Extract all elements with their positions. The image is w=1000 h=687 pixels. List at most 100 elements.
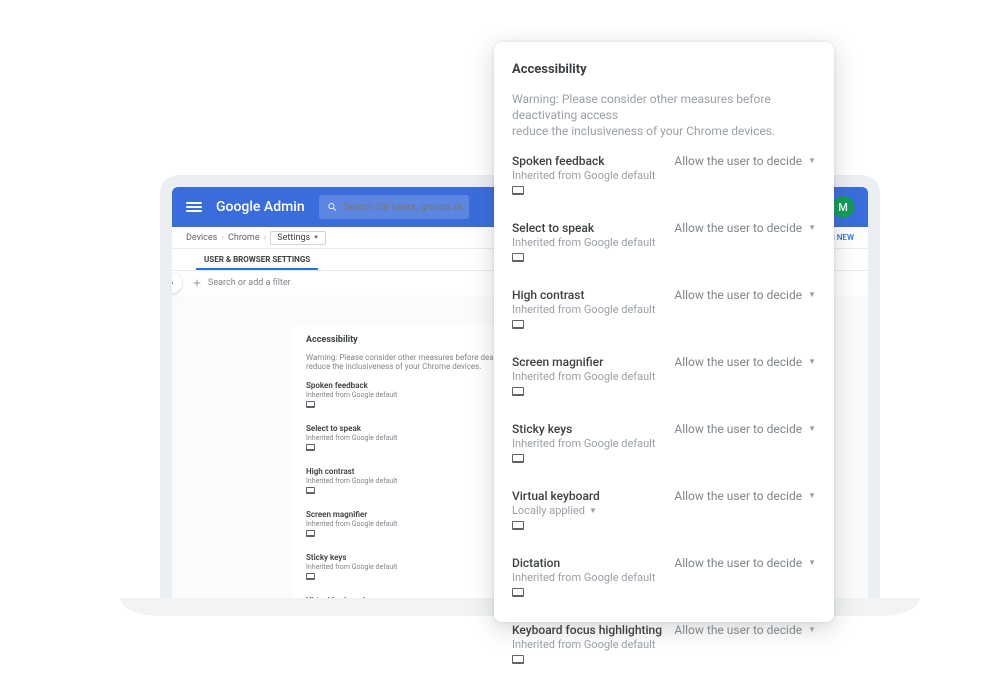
setting-source: Inherited from Google default (306, 477, 397, 485)
setting-source: Inherited from Google default (512, 370, 674, 383)
setting-row: Sticky keysInherited from Google default… (512, 422, 816, 463)
setting-value-label: Allow the user to decide (674, 154, 802, 168)
setting-source: Inherited from Google default (512, 437, 674, 450)
setting-value-dropdown[interactable]: Allow the user to decide ▼ (674, 623, 816, 637)
device-icon (512, 521, 524, 530)
search-icon (327, 201, 338, 213)
device-icon (306, 487, 315, 494)
setting-label: High contrast (306, 467, 397, 476)
device-icon (512, 387, 524, 396)
search-input[interactable] (343, 202, 460, 213)
admin-title: Google Admin (216, 199, 305, 215)
setting-label: Sticky keys (512, 422, 674, 436)
setting-source: Inherited from Google default (512, 303, 674, 316)
plus-icon[interactable] (192, 278, 202, 288)
breadcrumb-pill-label: Settings (277, 233, 310, 243)
setting-source: Inherited from Google default (512, 236, 674, 249)
setting-value-dropdown[interactable]: Allow the user to decide▼ (674, 422, 816, 436)
setting-row: Keyboard focus highlightingInherited fro… (512, 623, 816, 664)
setting-label: Select to speak (512, 221, 674, 235)
setting-left: Keyboard focus highlightingInherited fro… (512, 623, 674, 664)
setting-value-label: Allow the user to decide (674, 288, 802, 302)
setting-label: Screen magnifier (512, 355, 674, 369)
search-box[interactable] (319, 195, 469, 219)
setting-value-dropdown[interactable]: Allow the user to decide▼ (674, 355, 816, 369)
setting-label: Select to speak (306, 424, 397, 433)
setting-value-label: Allow the user to decide (674, 556, 802, 570)
filter-placeholder[interactable]: Search or add a filter (208, 278, 291, 288)
device-icon (306, 444, 315, 451)
setting-label: Dictation (512, 556, 674, 570)
setting-source: Inherited from Google default (306, 391, 397, 399)
chevron-down-icon: ▼ (808, 491, 816, 500)
device-icon (512, 454, 524, 463)
device-icon (512, 588, 524, 597)
device-icon (306, 401, 315, 408)
setting-value-dropdown[interactable]: Allow the user to decide ▼ (674, 221, 816, 235)
chevron-down-icon: ▼ (808, 558, 816, 567)
tab-user-browser-settings[interactable]: USER & BROWSER SETTINGS (196, 255, 318, 270)
setting-source: Locally applied ▼ (512, 504, 674, 517)
expand-toggle[interactable]: › (162, 273, 182, 293)
setting-left: Sticky keysInherited from Google default (512, 422, 674, 463)
device-icon (512, 253, 524, 262)
chevron-down-icon: ▼ (808, 424, 816, 433)
setting-label: Screen magnifier (306, 510, 397, 519)
setting-left: Spoken feedbackInherited from Google def… (512, 154, 674, 195)
setting-source: Inherited from Google default (306, 434, 397, 442)
device-icon (512, 655, 524, 664)
device-icon (512, 186, 524, 195)
setting-value-dropdown[interactable]: Allow the user to decide ▼ (674, 556, 816, 570)
menu-icon[interactable] (186, 200, 202, 214)
setting-value-dropdown[interactable]: Allow the user to decide ▼ (674, 288, 816, 302)
breadcrumb-pill[interactable]: Settings ▼ (270, 231, 326, 245)
avatar[interactable]: M (832, 196, 854, 218)
chevron-down-icon: ▼ (808, 625, 816, 634)
setting-row: High contrastInherited from Google defau… (512, 288, 816, 329)
setting-source: Inherited from Google default (512, 169, 674, 182)
setting-value-label: Allow the user to decide (674, 355, 802, 369)
setting-left: Virtual keyboardLocally applied ▼ (512, 489, 674, 530)
setting-row: Spoken feedbackInherited from Google def… (512, 154, 816, 195)
chevron-right-icon: › (221, 233, 224, 243)
breadcrumb-item[interactable]: Chrome (228, 233, 260, 243)
device-icon (306, 573, 315, 580)
setting-left: High contrastInherited from Google defau… (306, 467, 397, 494)
chevron-down-icon: ▼ (808, 223, 816, 232)
setting-value-dropdown[interactable]: Allow the user to decide ▼ (674, 154, 816, 168)
setting-left: High contrastInherited from Google defau… (512, 288, 674, 329)
setting-source: Inherited from Google default (512, 638, 674, 651)
setting-left: Sticky keysInherited from Google default (306, 553, 397, 580)
setting-left: DictationInherited from Google default (512, 556, 674, 597)
setting-left: Select to speakInherited from Google def… (512, 221, 674, 262)
setting-label: Virtual keyboard (512, 489, 674, 503)
panel-warning: Warning: Please consider other measures … (512, 91, 816, 140)
setting-left: Screen magnifierInherited from Google de… (512, 355, 674, 396)
setting-row: DictationInherited from Google default A… (512, 556, 816, 597)
chevron-down-icon: ▼ (808, 156, 816, 165)
setting-value-dropdown[interactable]: Allow the user to decide ▼ (674, 489, 816, 503)
breadcrumb-item[interactable]: Devices (186, 233, 217, 243)
setting-label: Spoken feedback (306, 381, 397, 390)
setting-value-label: Allow the user to decide (674, 221, 802, 235)
setting-row: Screen magnifierInherited from Google de… (512, 355, 816, 396)
device-icon (306, 530, 315, 537)
setting-source: Inherited from Google default (306, 563, 397, 571)
chevron-down-icon: ▼ (313, 234, 319, 241)
setting-row: Select to speakInherited from Google def… (512, 221, 816, 262)
setting-source: Inherited from Google default (512, 571, 674, 584)
chevron-down-icon: ▼ (808, 290, 816, 299)
setting-row: Virtual keyboardLocally applied ▼Allow t… (512, 489, 816, 530)
setting-label: Spoken feedback (512, 154, 674, 168)
setting-label: Sticky keys (306, 553, 397, 562)
device-icon (512, 320, 524, 329)
setting-label: Keyboard focus highlighting (512, 623, 674, 637)
setting-left: Select to speakInherited from Google def… (306, 424, 397, 451)
setting-left: Screen magnifierInherited from Google de… (306, 510, 397, 537)
setting-value-label: Allow the user to decide (674, 623, 802, 637)
setting-left: Spoken feedbackInherited from Google def… (306, 381, 397, 408)
setting-value-label: Allow the user to decide (674, 489, 802, 503)
settings-panel: Accessibility Warning: Please consider o… (494, 42, 834, 622)
setting-label: High contrast (512, 288, 674, 302)
setting-source: Inherited from Google default (306, 520, 397, 528)
